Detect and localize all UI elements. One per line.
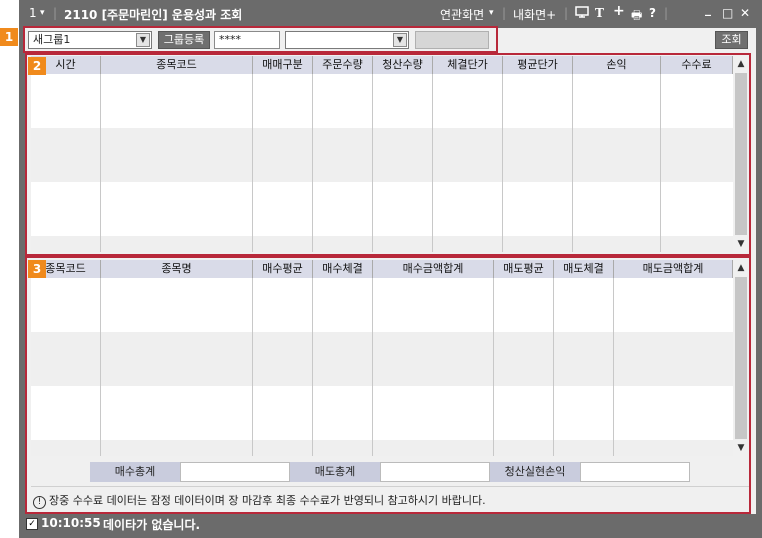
divider — [31, 486, 749, 487]
column-header[interactable]: 매수체결 — [313, 260, 373, 278]
scroll-up-icon[interactable]: ▲ — [733, 56, 749, 72]
related-screen-menu[interactable]: 연관화면 — [440, 6, 484, 23]
separator: | — [53, 6, 58, 20]
column-header[interactable]: 주문수량 — [313, 56, 373, 74]
badge-1: 1 — [0, 28, 18, 46]
window-frame: 1 ▾ | 2110 [주문마린인] 운용성과 조회 연관화면 ▾ | 내화면+… — [19, 0, 762, 538]
notice: ! 장중 수수료 데이터는 잠정 데이터이며 장 마감후 최종 수수료가 반영되니… — [33, 492, 486, 509]
scroll-thumb[interactable] — [735, 277, 747, 439]
account-select[interactable]: ▼ — [285, 31, 409, 49]
stock-summary-grid: 종목코드 종목명 매수평균 매수체결 매수금액합계 매도평균 매도체결 매도금액합계 ▲ ▼ — [31, 260, 749, 456]
print-icon[interactable]: 🖶 — [631, 6, 642, 27]
password-field[interactable]: **** — [214, 31, 280, 49]
column-divider — [372, 74, 373, 252]
column-divider — [312, 278, 313, 456]
column-header[interactable]: 평균단가 — [503, 56, 573, 74]
column-divider — [553, 278, 554, 456]
account-name-field — [415, 31, 489, 49]
separator: | — [564, 6, 569, 20]
maximize-icon[interactable]: □ — [722, 6, 733, 20]
buy-total-label: 매수총계 — [90, 462, 180, 482]
minimize-icon[interactable]: _ — [705, 2, 711, 16]
sell-total-field — [380, 462, 490, 482]
column-header[interactable]: 매도평균 — [494, 260, 554, 278]
badge-3: 3 — [28, 260, 46, 278]
trade-history-grid: 시간 종목코드 매매구분 주문수량 청산수량 체결단가 평균단가 손익 수수료 ▲ ▼ — [31, 56, 749, 252]
vertical-scrollbar[interactable]: ▲ ▼ — [733, 56, 749, 252]
grid-row-band — [31, 236, 733, 252]
separator: | — [664, 6, 669, 20]
status-message: 데이타가 없습니다. — [103, 518, 201, 532]
column-header[interactable]: 매도금액합계 — [614, 260, 733, 278]
column-divider — [432, 74, 433, 252]
group-select[interactable]: 새그룹1 ▼ — [28, 31, 152, 49]
title-bar: 1 ▾ | 2110 [주문마린인] 운용성과 조회 연관화면 ▾ | 내화면+… — [19, 0, 762, 28]
query-button[interactable]: 조회 — [715, 31, 748, 49]
column-header[interactable]: 매매구분 — [253, 56, 313, 74]
my-screen-button[interactable]: 내화면+ — [513, 6, 556, 23]
help-icon[interactable]: ? — [649, 6, 656, 20]
info-icon: ! — [33, 496, 46, 509]
column-header[interactable]: 종목코드 — [101, 56, 253, 74]
sell-total-label: 매도총계 — [290, 462, 380, 482]
grid-row-band — [31, 440, 733, 456]
notice-text: 장중 수수료 데이터는 잠정 데이터이며 장 마감후 최종 수수료가 반영되니 … — [49, 494, 486, 507]
column-divider — [613, 278, 614, 456]
scroll-up-icon[interactable]: ▲ — [733, 260, 749, 276]
column-divider — [502, 74, 503, 252]
menu-number[interactable]: 1 — [29, 6, 37, 20]
screen-link-icon[interactable] — [575, 6, 589, 21]
column-header[interactable]: 종목명 — [101, 260, 253, 278]
separator: | — [502, 6, 507, 20]
scroll-down-icon[interactable]: ▼ — [733, 440, 749, 456]
column-header[interactable]: 청산수량 — [373, 56, 433, 74]
column-divider — [312, 74, 313, 252]
chevron-down-icon[interactable]: ▾ — [489, 8, 494, 18]
scroll-thumb[interactable] — [735, 73, 747, 235]
close-icon[interactable]: ✕ — [740, 6, 750, 20]
column-divider — [252, 278, 253, 456]
realized-pl-label: 청산실현손익 — [490, 462, 580, 482]
window-title: 2110 [주문마린인] 운용성과 조회 — [64, 8, 243, 22]
column-header[interactable]: 매도체결 — [554, 260, 614, 278]
status-time: 10:10:55 — [41, 516, 101, 530]
text-icon[interactable]: T — [595, 6, 604, 20]
column-header[interactable]: 수수료 — [661, 56, 733, 74]
column-header[interactable]: 매수금액합계 — [373, 260, 494, 278]
status-bar: ✓ 10:10:55 데이타가 없습니다. — [25, 514, 756, 534]
scroll-down-icon[interactable]: ▼ — [733, 236, 749, 252]
column-divider — [100, 278, 101, 456]
column-divider — [572, 74, 573, 252]
column-divider — [372, 278, 373, 456]
grid-row-band — [31, 332, 733, 386]
badge-2: 2 — [28, 57, 46, 75]
chevron-down-icon[interactable]: ▼ — [136, 33, 150, 47]
column-header[interactable]: 손익 — [573, 56, 661, 74]
buy-total-field — [180, 462, 290, 482]
grid-row-band — [31, 128, 733, 182]
column-divider — [493, 278, 494, 456]
column-divider — [252, 74, 253, 252]
chevron-down-icon[interactable]: ▾ — [40, 8, 45, 18]
column-header[interactable]: 매수평균 — [253, 260, 313, 278]
group-select-value: 새그룹1 — [33, 33, 71, 46]
plus-icon[interactable]: + — [613, 3, 625, 19]
group-register-button[interactable]: 그룹등록 — [158, 31, 210, 49]
chevron-down-icon[interactable]: ▼ — [393, 33, 407, 47]
status-checkbox[interactable]: ✓ — [26, 518, 38, 530]
column-header[interactable]: 체결단가 — [433, 56, 503, 74]
column-divider — [660, 74, 661, 252]
vertical-scrollbar[interactable]: ▲ ▼ — [733, 260, 749, 456]
client-area: 새그룹1 ▼ 그룹등록 **** ▼ 조회 시간 종목코드 매매구분 주문수량 청산수량… — [25, 28, 756, 514]
realized-pl-field — [580, 462, 690, 482]
column-divider — [100, 74, 101, 252]
